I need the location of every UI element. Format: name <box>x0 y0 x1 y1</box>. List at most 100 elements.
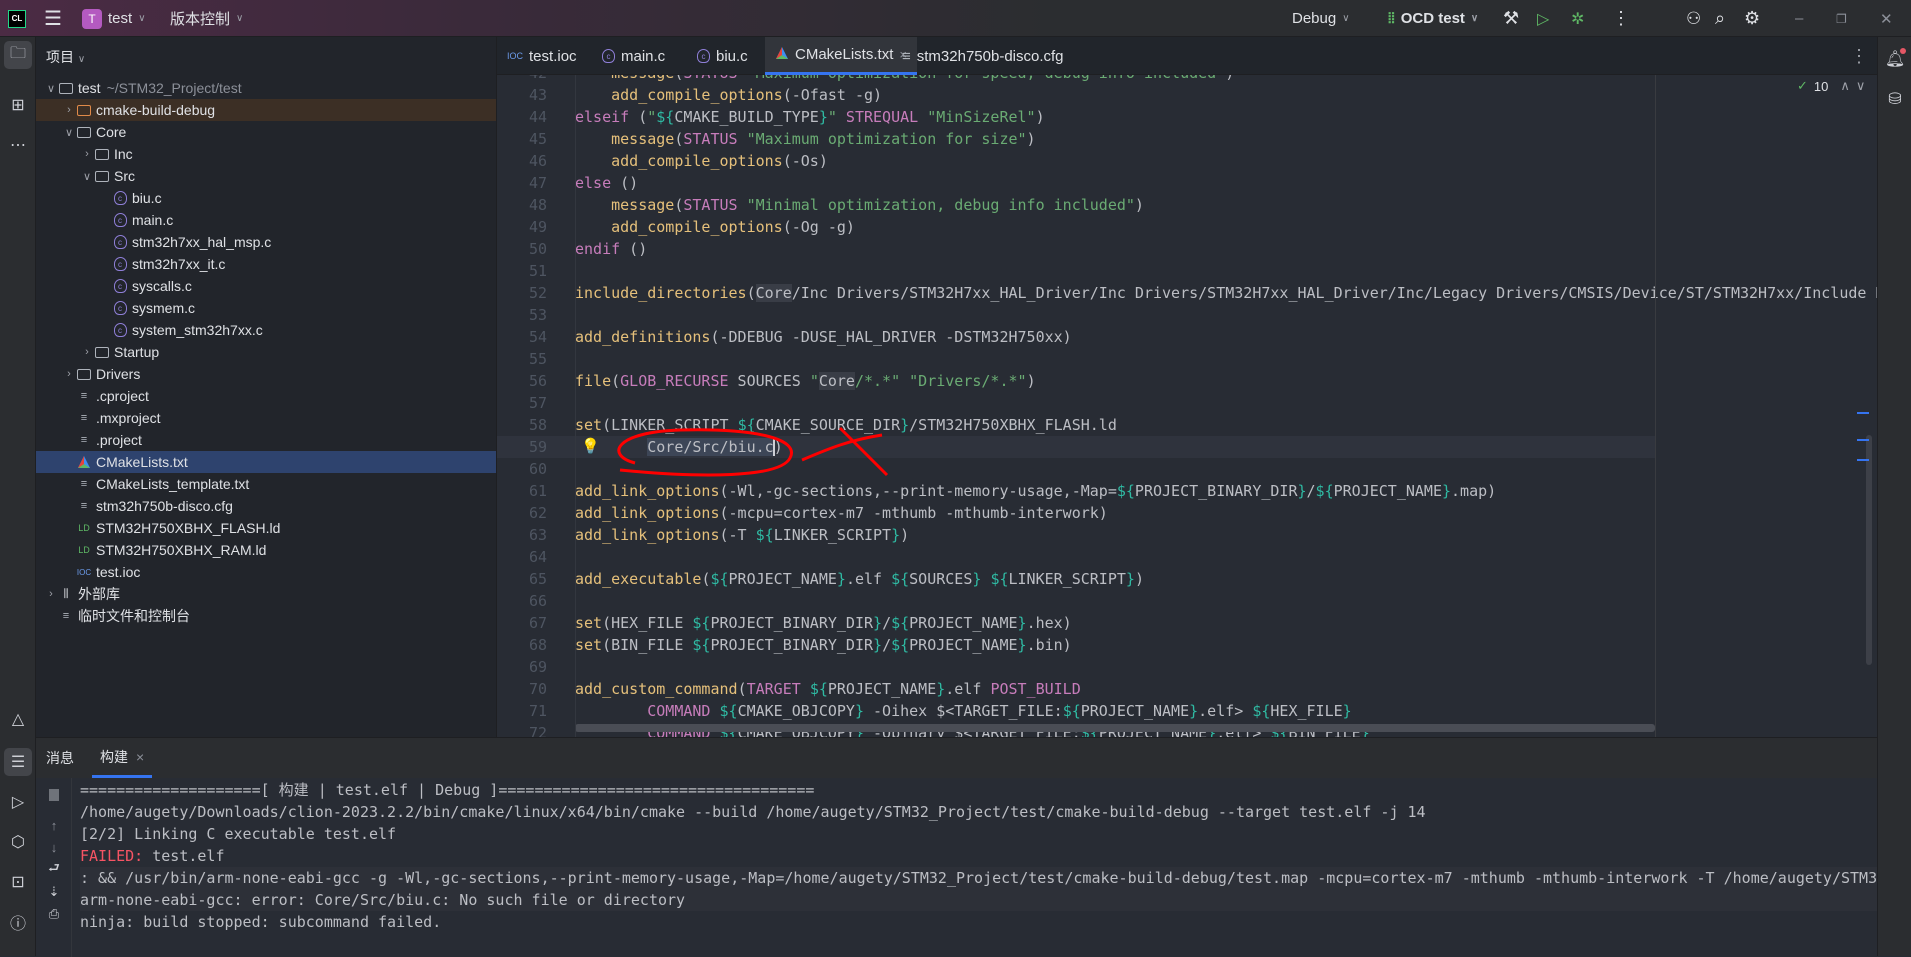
restore-icon[interactable]: ❐ <box>1836 0 1847 37</box>
soft-wrap-icon[interactable]: ⮐ <box>45 860 63 879</box>
stop-icon[interactable] <box>45 786 63 804</box>
tab-biu-c[interactable]: c biu.c <box>687 37 758 75</box>
code-line[interactable]: 63 add_link_options(-T ${LINKER_SCRIPT}) <box>497 524 1655 546</box>
search-icon[interactable]: ⌕ <box>1715 0 1725 37</box>
tree-item[interactable]: › Startup <box>36 341 496 363</box>
tree-item[interactable]: LD STM32H750XBHX_FLASH.ld <box>36 517 496 539</box>
tab-test-ioc[interactable]: IOC test.ioc <box>497 37 587 75</box>
close-tab-icon[interactable]: × <box>136 749 144 765</box>
code-line[interactable]: 46 add_compile_options(-Os) <box>497 150 1655 172</box>
chevron-right-icon[interactable]: › <box>44 588 58 600</box>
more-tools-icon[interactable]: ⋯ <box>4 131 32 159</box>
chevron-right-icon[interactable]: › <box>80 148 94 160</box>
code-line[interactable]: 62 add_link_options(-mcpu=cortex-m7 -mthu… <box>497 502 1655 524</box>
code-line[interactable]: 60 <box>497 458 1655 480</box>
tree-item[interactable]: CMakeLists.txt <box>36 451 496 473</box>
tree-item[interactable]: c stm32h7xx_it.c <box>36 253 496 275</box>
arrow-up-icon[interactable]: ↑ <box>45 816 63 834</box>
vertical-scrollbar[interactable] <box>1866 435 1872 665</box>
tree-item[interactable]: c syscalls.c <box>36 275 496 297</box>
code-line[interactable]: 65 add_executable(${PROJECT_NAME}.elf ${S… <box>497 568 1655 590</box>
code-line[interactable]: 68 set(BIN_FILE ${PROJECT_BINARY_DIR}/${P… <box>497 634 1655 656</box>
more-icon[interactable]: ⋮ <box>1612 0 1630 37</box>
chevron-right-icon[interactable]: › <box>62 104 76 116</box>
code-line[interactable]: 59 Core/Src/biu.c) <box>497 436 1655 458</box>
code-line[interactable]: 53 <box>497 304 1655 326</box>
tab-stm32h750b-disco-cfg[interactable]: ≡ stm32h750b-disco.cfg <box>892 37 1074 75</box>
add-user-icon[interactable]: ⚇ <box>1686 0 1701 37</box>
code-line[interactable]: 45 message(STATUS "Maximum optimization … <box>497 128 1655 150</box>
run-window-icon[interactable]: ▷ <box>4 788 32 816</box>
code-line[interactable]: 61 add_link_options(-Wl,-gc-sections,--pr… <box>497 480 1655 502</box>
notifications-bell-icon[interactable]: 🔔︎ <box>1881 45 1909 73</box>
code-line[interactable]: 70 add_custom_command(TARGET ${PROJECT_NA… <box>497 678 1655 700</box>
code-line[interactable]: 64 <box>497 546 1655 568</box>
main-menu-icon[interactable]: ☰ <box>44 0 62 37</box>
database-icon[interactable]: ⛁ <box>1881 85 1909 113</box>
problems-icon[interactable]: ⓘ <box>4 908 32 936</box>
code-line[interactable]: 48 message(STATUS "Minimal optimization,… <box>497 194 1655 216</box>
cmake-icon[interactable]: △ <box>4 705 32 733</box>
tree-item[interactable]: ∨ Core <box>36 121 496 143</box>
tree-item[interactable]: ≡ .cproject <box>36 385 496 407</box>
tree-item[interactable]: › ⫼ 外部库 <box>36 583 496 605</box>
tree-item[interactable]: c stm32h7xx_hal_msp.c <box>36 231 496 253</box>
tree-item[interactable]: ≡ stm32h750b-disco.cfg <box>36 495 496 517</box>
code-line[interactable]: 54 add_definitions(-DDEBUG -DUSE_HAL_DRIV… <box>497 326 1655 348</box>
minimize-icon[interactable]: – <box>1795 0 1803 37</box>
project-folder-icon[interactable]: 🗀 <box>4 41 32 69</box>
inspection-widget[interactable]: ✓ 10 ∧ ∨ <box>1797 75 1865 97</box>
services-icon[interactable]: ⬡ <box>4 828 32 856</box>
code-line[interactable]: 51 <box>497 260 1655 282</box>
scroll-to-end-icon[interactable]: ⇣ <box>45 883 63 901</box>
run-config-selector[interactable]: ⦙⦙ OCD test ∨ <box>1388 0 1478 37</box>
tree-item[interactable]: ∨ Src <box>36 165 496 187</box>
chevron-right-icon[interactable]: › <box>80 346 94 358</box>
arrow-down-icon[interactable]: ↓ <box>45 838 63 856</box>
print-icon[interactable]: ⎙ <box>45 905 63 923</box>
chevron-down-icon[interactable]: ∨ <box>62 126 76 139</box>
build-console[interactable]: ↑ ↓ ⮐ ⇣ ⎙ ====================[ 构建 | tes… <box>36 778 1877 957</box>
debug-icon[interactable]: ✲ <box>1571 0 1584 37</box>
structure-icon[interactable]: ⊞ <box>4 91 32 119</box>
build-output-icon[interactable]: ☰ <box>4 748 32 776</box>
lightbulb-icon[interactable]: 💡 <box>581 437 600 455</box>
code-line[interactable]: 66 <box>497 590 1655 612</box>
tree-item[interactable]: › Inc <box>36 143 496 165</box>
code-line[interactable]: 71 COMMAND ${CMAKE_OBJCOPY} -Oihex $<TAR… <box>497 700 1655 722</box>
bottom-tab-1[interactable]: 构建 × <box>92 738 153 778</box>
tree-item[interactable]: ≡ 临时文件和控制台 <box>36 605 496 627</box>
build-config-selector[interactable]: Debug ∨ <box>1292 0 1350 37</box>
horizontal-scrollbar[interactable] <box>575 724 1655 732</box>
code-editor[interactable]: 42 message(STATUS "Maximum optimization … <box>497 75 1877 737</box>
tree-item[interactable]: c sysmem.c <box>36 297 496 319</box>
chevron-down-icon[interactable]: ∨ <box>1856 78 1866 94</box>
code-line[interactable]: 69 <box>497 656 1655 678</box>
code-line[interactable]: 43 add_compile_options(-Ofast -g) <box>497 84 1655 106</box>
tree-item[interactable]: c main.c <box>36 209 496 231</box>
tree-item[interactable]: ≡ CMakeLists_template.txt <box>36 473 496 495</box>
chevron-up-icon[interactable]: ∧ <box>1840 78 1850 94</box>
tab-options-icon[interactable]: ⋮ <box>1850 46 1868 67</box>
code-line[interactable]: 67 set(HEX_FILE ${PROJECT_BINARY_DIR}/${P… <box>497 612 1655 634</box>
close-icon[interactable]: ✕ <box>1880 0 1893 37</box>
chevron-down-icon[interactable]: ∨ <box>80 170 94 183</box>
tree-item[interactable]: IOC test.ioc <box>36 561 496 583</box>
code-line[interactable]: 52 include_directories(Core/Inc Drivers/S… <box>497 282 1877 304</box>
chevron-down-icon[interactable]: ∨ <box>44 82 58 95</box>
run-icon[interactable]: ▷ <box>1537 0 1549 37</box>
tree-item[interactable]: › Drivers <box>36 363 496 385</box>
tree-item[interactable]: ∨ test ~/STM32_Project/test <box>36 77 496 99</box>
code-line[interactable]: 50 endif () <box>497 238 1655 260</box>
tree-item[interactable]: › cmake-build-debug <box>36 99 496 121</box>
code-line[interactable]: 42 message(STATUS "Maximum optimization … <box>497 75 1655 84</box>
code-line[interactable]: 56 file(GLOB_RECURSE SOURCES "Core/*.*" "… <box>497 370 1655 392</box>
tab-main-c[interactable]: c main.c <box>592 37 675 75</box>
tree-item[interactable]: LD STM32H750XBHX_RAM.ld <box>36 539 496 561</box>
build-hammer-icon[interactable]: ⚒ <box>1503 0 1519 37</box>
bottom-tab-0[interactable]: 消息 <box>46 738 74 778</box>
project-selector[interactable]: T test ∨ <box>82 0 146 37</box>
code-line[interactable]: 58 set(LINKER_SCRIPT ${CMAKE_SOURCE_DIR}/… <box>497 414 1655 436</box>
chevron-right-icon[interactable]: › <box>62 368 76 380</box>
code-line[interactable]: 55 <box>497 348 1655 370</box>
